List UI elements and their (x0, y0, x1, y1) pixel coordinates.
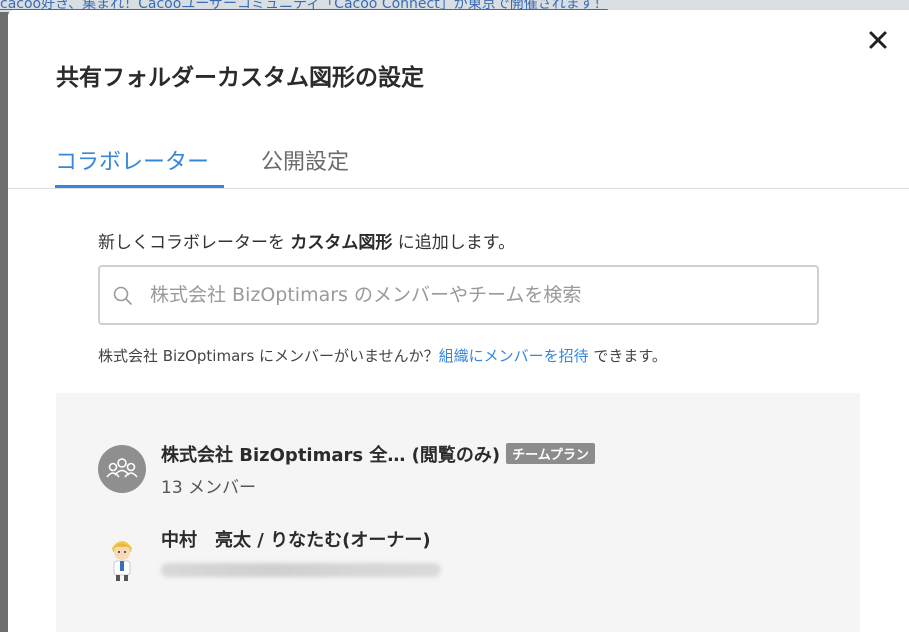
owner-role: (オーナー) (342, 530, 431, 551)
close-icon[interactable] (866, 28, 890, 52)
shared-folder-settings-modal: 共有フォルダーカスタム図形の設定 コラボレーター 公開設定 新しくコラボレーター… (8, 10, 909, 632)
intro-target: カスタム図形 (290, 233, 393, 253)
owner-name: 中村 亮太 / りなたむ (161, 530, 343, 551)
intro-text: 新しくコラボレーターを カスタム図形 に追加します。 (98, 228, 515, 253)
close-button[interactable] (866, 28, 890, 52)
invite-suffix: できます。 (588, 347, 667, 365)
search-box[interactable] (98, 265, 819, 325)
team-icon (98, 445, 146, 493)
list-item[interactable]: 中村 亮太 / りなたむ(オーナー) (56, 518, 860, 588)
member-count: 13 メンバー (161, 478, 257, 498)
search-icon (113, 286, 132, 305)
invite-prefix: 株式会社 BizOptimars にメンバーがいませんか？ (98, 347, 439, 365)
team-role: (閲覧のみ) (411, 445, 501, 466)
active-tab-indicator (55, 185, 224, 188)
invite-hint: 株式会社 BizOptimars にメンバーがいませんか？組織にメンバーを招待 … (98, 345, 667, 366)
status-badge: チームプラン (506, 443, 595, 464)
search-input[interactable] (150, 267, 810, 323)
intro-suffix: に追加します。 (392, 233, 516, 253)
blurred-email (161, 563, 441, 577)
member-name: 中村 亮太 / りなたむ(オーナー) (161, 526, 431, 552)
modal-title: 共有フォルダーカスタム図形の設定 (56, 65, 424, 91)
invite-members-link[interactable]: 組織にメンバーを招待 (439, 347, 589, 365)
intro-prefix: 新しくコラボレーターを (98, 233, 291, 253)
tab-public-settings[interactable]: 公開設定 (261, 144, 349, 176)
tab-bar: コラボレーター 公開設定 (8, 136, 909, 189)
collaborator-list: 株式会社 BizOptimars 全… (閲覧のみ) チームプラン 13 メンバー… (56, 393, 860, 632)
tab-collaborators[interactable]: コラボレーター (55, 144, 209, 176)
list-item[interactable]: 株式会社 BizOptimars 全… (閲覧のみ) チームプラン 13 メンバー (56, 433, 860, 503)
member-name: 株式会社 BizOptimars 全… (閲覧のみ) チームプラン (161, 441, 595, 467)
team-name: 株式会社 BizOptimars 全… (161, 445, 406, 466)
avatar (106, 534, 138, 582)
background-page-edge (0, 12, 8, 632)
